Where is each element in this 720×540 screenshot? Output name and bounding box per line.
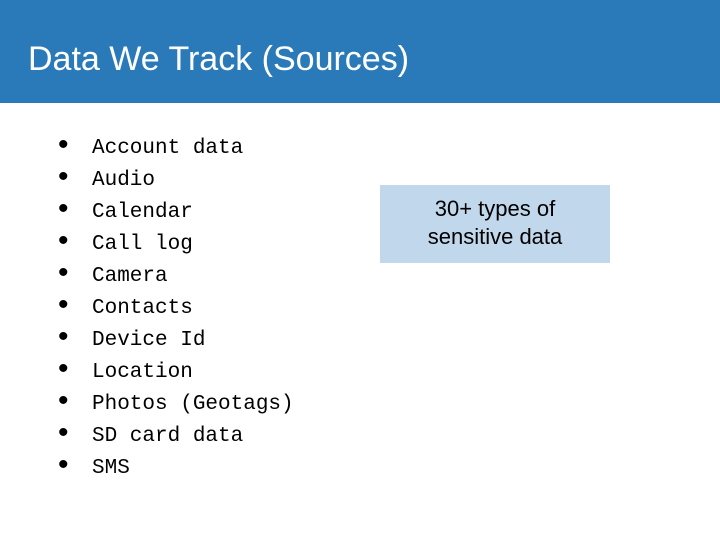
- list-item: Camera: [58, 261, 720, 293]
- header-bar: Data We Track (Sources): [0, 0, 720, 103]
- list-item: SD card data: [58, 421, 720, 453]
- page-title: Data We Track (Sources): [28, 40, 720, 79]
- callout-line-1: 30+ types of: [435, 196, 555, 221]
- list-item: Contacts: [58, 293, 720, 325]
- callout-line-2: sensitive data: [428, 224, 563, 249]
- list-item: Account data: [58, 133, 720, 165]
- content-area: Account data Audio Calendar Call log Cam…: [0, 103, 720, 485]
- list-item: SMS: [58, 453, 720, 485]
- callout-box: 30+ types of sensitive data: [380, 185, 610, 263]
- list-item: Photos (Geotags): [58, 389, 720, 421]
- list-item: Device Id: [58, 325, 720, 357]
- list-item: Location: [58, 357, 720, 389]
